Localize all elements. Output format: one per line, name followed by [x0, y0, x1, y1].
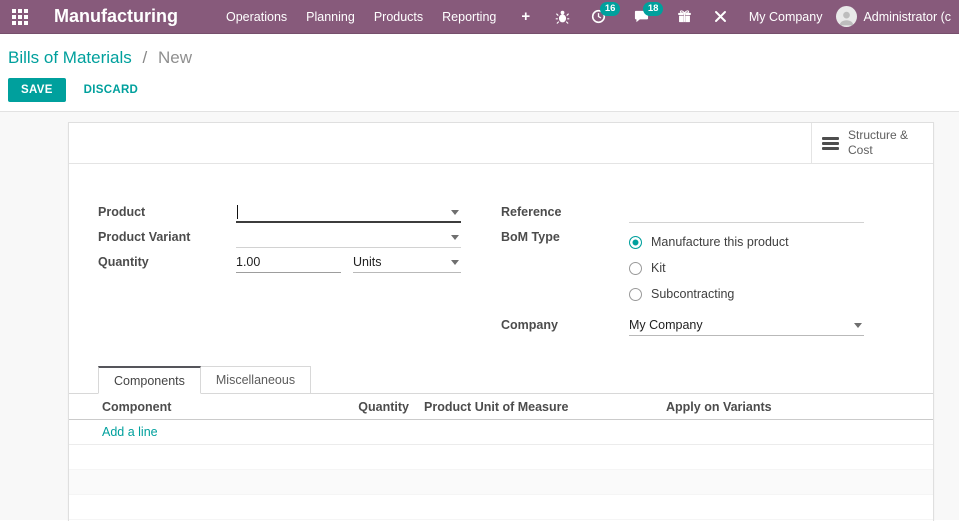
text-cursor — [237, 204, 238, 219]
menu-reporting[interactable]: Reporting — [442, 10, 496, 24]
uom-select[interactable]: Units — [353, 252, 461, 273]
menu-operations[interactable]: Operations — [226, 10, 287, 24]
control-panel: Bills of Materials / New SAVE DISCARD — [0, 34, 959, 112]
add-a-line-link[interactable]: Add a line — [69, 420, 933, 445]
apps-menu-icon[interactable] — [12, 8, 28, 25]
menu-planning[interactable]: Planning — [306, 10, 355, 24]
menu-products[interactable]: Products — [374, 10, 423, 24]
reference-label: Reference — [501, 205, 562, 219]
reference-input[interactable] — [629, 202, 864, 223]
bom-type-radio-group: Manufacture this product Kit Subcontract… — [629, 227, 789, 307]
structure-cost-label: Structure & Cost — [848, 128, 909, 157]
product-label: Product — [98, 205, 146, 219]
col-apply-on-variants: Apply on Variants — [666, 399, 772, 414]
tab-bar: Components Miscellaneous — [69, 366, 933, 394]
notebook: Components Miscellaneous Component Quant… — [69, 366, 933, 520]
bom-type-label: BoM Type — [501, 230, 560, 244]
product-input[interactable] — [236, 202, 461, 223]
empty-table-row — [69, 445, 933, 470]
components-table-header: Component Quantity Product Unit of Measu… — [69, 394, 933, 420]
activities-badge: 16 — [599, 1, 621, 16]
uom-value: Units — [353, 255, 382, 269]
breadcrumb-separator: / — [142, 48, 148, 67]
company-menu[interactable]: My Company — [749, 10, 823, 24]
tab-components[interactable]: Components — [98, 366, 201, 394]
radio-kit-label: Kit — [651, 261, 666, 275]
radio-selected-icon — [629, 235, 642, 249]
gift-icon[interactable] — [676, 8, 694, 26]
form-sheet: Structure & Cost Product Product Variant — [68, 122, 934, 521]
tools-icon[interactable] — [712, 8, 730, 26]
company-label: Company — [501, 318, 558, 332]
top-navbar: Manufacturing Operations Planning Produc… — [0, 0, 959, 34]
messages-badge: 18 — [642, 1, 664, 16]
breadcrumb-current: New — [157, 48, 192, 67]
empty-table-row — [69, 495, 933, 520]
user-menu-label[interactable]: Administrator (c — [863, 10, 951, 24]
company-value: My Company — [629, 318, 703, 332]
company-dropdown-icon[interactable] — [854, 323, 862, 328]
radio-kit[interactable]: Kit — [629, 255, 789, 281]
user-avatar[interactable] — [836, 6, 858, 27]
tab-miscellaneous[interactable]: Miscellaneous — [200, 366, 312, 394]
company-select[interactable]: My Company — [629, 315, 864, 336]
app-title[interactable]: Manufacturing — [54, 6, 178, 27]
button-box: Structure & Cost — [69, 123, 933, 164]
product-variant-input[interactable] — [236, 227, 461, 248]
radio-subcontracting[interactable]: Subcontracting — [629, 281, 789, 307]
radio-manufacture-this-product[interactable]: Manufacture this product — [629, 229, 789, 255]
col-quantity: Quantity — [358, 399, 409, 414]
save-button[interactable]: SAVE — [8, 78, 66, 102]
plus-icon[interactable]: + — [521, 8, 530, 25]
breadcrumb: Bills of Materials / New — [8, 48, 959, 68]
product-dropdown-icon[interactable] — [451, 210, 459, 215]
radio-manufacture-label: Manufacture this product — [651, 235, 789, 249]
col-component: Component — [102, 399, 172, 414]
product-variant-label: Product Variant — [98, 230, 191, 244]
discard-button[interactable]: DISCARD — [84, 84, 139, 96]
activities-clock-icon[interactable]: 16 — [590, 1, 621, 26]
bars-icon — [822, 135, 839, 152]
radio-unselected-icon — [629, 261, 642, 275]
quantity-input[interactable] — [236, 252, 341, 273]
form-view-background: Structure & Cost Product Product Variant — [0, 112, 959, 521]
radio-subcontracting-label: Subcontracting — [651, 287, 735, 301]
breadcrumb-parent-link[interactable]: Bills of Materials — [8, 48, 132, 67]
col-product-uom: Product Unit of Measure — [424, 399, 569, 414]
empty-table-row — [69, 470, 933, 495]
uom-dropdown-icon[interactable] — [451, 260, 459, 265]
messages-chat-icon[interactable]: 18 — [633, 1, 664, 26]
radio-unselected-icon — [629, 287, 642, 301]
bug-icon[interactable] — [554, 8, 572, 26]
quantity-label: Quantity — [98, 255, 149, 269]
product-variant-dropdown-icon[interactable] — [451, 235, 459, 240]
structure-cost-button[interactable]: Structure & Cost — [811, 123, 933, 163]
